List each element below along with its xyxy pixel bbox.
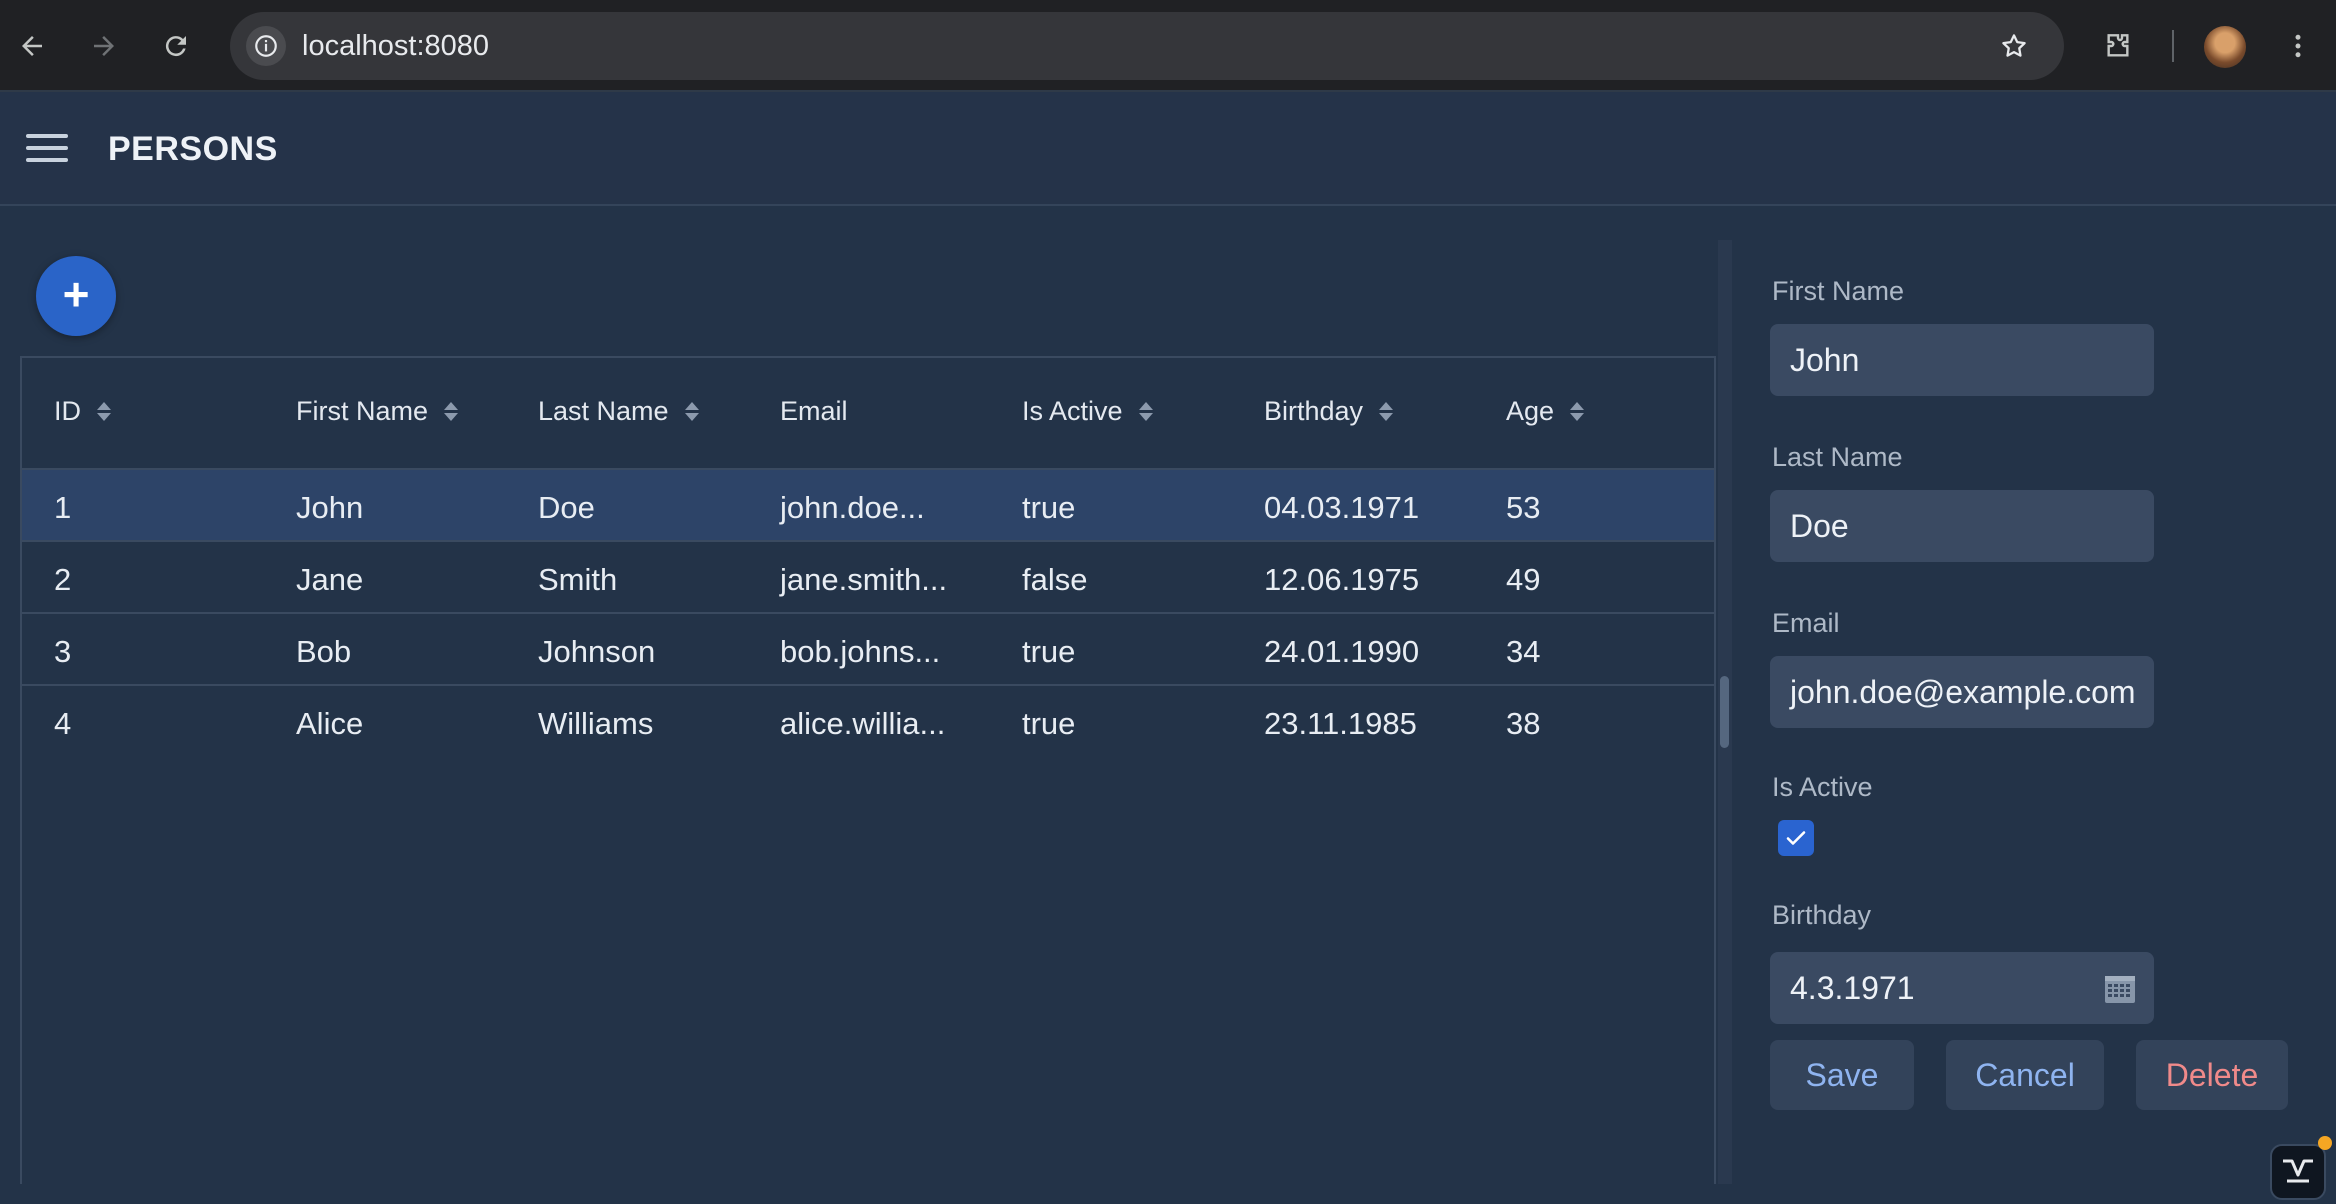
- first-name-field[interactable]: John: [1770, 324, 2154, 396]
- extensions-puzzle-icon[interactable]: [2096, 24, 2140, 68]
- last-name-value: Doe: [1790, 508, 1849, 544]
- profile-avatar[interactable]: [2204, 26, 2246, 68]
- app-header: PERSONS: [0, 92, 2336, 206]
- cell-age: 34: [1506, 634, 1541, 669]
- notification-dot: [2318, 1136, 2332, 1150]
- url-text: localhost:8080: [302, 30, 490, 62]
- forward-arrow-icon[interactable]: [82, 24, 126, 68]
- calendar-icon[interactable]: [2104, 972, 2136, 1004]
- sort-icon: [444, 402, 459, 421]
- cell-email: jane.smith...: [780, 562, 948, 597]
- table-row[interactable]: 1 John Doe john.doe... true 04.03.1971 5…: [22, 470, 1714, 542]
- splitter-handle[interactable]: [1720, 676, 1729, 748]
- plus-icon: +: [62, 268, 90, 320]
- address-bar[interactable]: localhost:8080: [230, 12, 2064, 80]
- cell-id: 1: [54, 490, 72, 525]
- is-active-checkbox[interactable]: [1778, 820, 1814, 856]
- cell-is-active: true: [1022, 490, 1076, 525]
- dev-tools-logo-icon[interactable]: [2270, 1144, 2326, 1200]
- cell-last-name: Williams: [538, 706, 654, 741]
- sort-icon: [97, 402, 111, 421]
- grid-header: ID First Name Last Name Email Is Active …: [22, 358, 1714, 470]
- page-title: PERSONS: [108, 130, 278, 168]
- cell-is-active: true: [1022, 634, 1076, 669]
- cell-is-active: true: [1022, 706, 1076, 741]
- cell-email: bob.johns...: [780, 634, 941, 669]
- cell-id: 2: [54, 562, 72, 597]
- column-header-is-active[interactable]: Is Active: [1022, 396, 1153, 427]
- email-value: john.doe@example.com: [1790, 674, 2136, 710]
- cell-last-name: Smith: [538, 562, 618, 597]
- cell-age: 38: [1506, 706, 1541, 741]
- cell-birthday: 23.11.1985: [1264, 706, 1417, 741]
- bookmark-star-icon[interactable]: [1994, 26, 2034, 66]
- cancel-button[interactable]: Cancel: [1946, 1040, 2104, 1110]
- birthday-label: Birthday: [1772, 900, 1872, 930]
- browser-toolbar: localhost:8080: [0, 0, 2336, 92]
- email-field[interactable]: john.doe@example.com: [1770, 656, 2154, 728]
- birthday-date-picker[interactable]: 4.3.1971: [1770, 952, 2154, 1024]
- column-header-first-name[interactable]: First Name: [296, 396, 459, 427]
- cell-is-active: false: [1022, 562, 1088, 597]
- sort-icon: [1570, 402, 1585, 421]
- delete-button[interactable]: Delete: [2136, 1040, 2288, 1110]
- site-info-icon[interactable]: [246, 26, 286, 66]
- reload-icon[interactable]: [154, 24, 198, 68]
- cell-last-name: Doe: [538, 490, 595, 525]
- cell-age: 53: [1506, 490, 1541, 525]
- main-content: + ID First Name Last Name Email Is Activ…: [0, 206, 1718, 1204]
- cell-id: 3: [54, 634, 72, 669]
- first-name-label: First Name: [1772, 276, 1905, 306]
- cell-first-name: Bob: [296, 634, 352, 669]
- save-button[interactable]: Save: [1770, 1040, 1914, 1110]
- table-row[interactable]: 3 Bob Johnson bob.johns... true 24.01.19…: [22, 614, 1714, 686]
- last-name-label: Last Name: [1772, 442, 1903, 472]
- birthday-value: 4.3.1971: [1790, 970, 1915, 1006]
- cell-id: 4: [54, 706, 72, 741]
- persons-grid: ID First Name Last Name Email Is Active …: [20, 356, 1716, 1184]
- sort-icon: [684, 402, 699, 421]
- column-header-age[interactable]: Age: [1506, 396, 1585, 427]
- column-header-birthday[interactable]: Birthday: [1264, 396, 1394, 427]
- sort-icon: [1379, 402, 1394, 421]
- person-editor-form: First Name John Last Name Doe Email john…: [1732, 206, 2336, 1204]
- is-active-label: Is Active: [1772, 772, 1873, 802]
- cell-birthday: 12.06.1975: [1264, 562, 1420, 597]
- add-person-button[interactable]: +: [36, 256, 116, 336]
- email-label: Email: [1772, 608, 1840, 638]
- cell-first-name: Jane: [296, 562, 364, 597]
- hamburger-menu-icon[interactable]: [26, 134, 68, 166]
- sort-icon: [1138, 402, 1153, 421]
- column-header-email[interactable]: Email: [780, 396, 848, 427]
- first-name-value: John: [1790, 342, 1860, 378]
- last-name-field[interactable]: Doe: [1770, 490, 2154, 562]
- cell-birthday: 04.03.1971: [1264, 490, 1420, 525]
- toolbar-divider: [2172, 30, 2174, 62]
- cell-birthday: 24.01.1990: [1264, 634, 1420, 669]
- kebab-menu-icon[interactable]: [2276, 24, 2320, 68]
- cell-email: john.doe...: [780, 490, 925, 525]
- table-row[interactable]: 4 Alice Williams alice.willia... true 23…: [22, 686, 1714, 758]
- back-arrow-icon[interactable]: [10, 24, 54, 68]
- table-row[interactable]: 2 Jane Smith jane.smith... false 12.06.1…: [22, 542, 1714, 614]
- cell-email: alice.willia...: [780, 706, 946, 741]
- cell-first-name: Alice: [296, 706, 364, 741]
- cell-age: 49: [1506, 562, 1541, 597]
- checkmark-icon: [1786, 831, 1806, 845]
- cell-last-name: Johnson: [538, 634, 656, 669]
- cell-first-name: John: [296, 490, 364, 525]
- column-header-last-name[interactable]: Last Name: [538, 396, 699, 427]
- column-header-id[interactable]: ID: [54, 396, 111, 427]
